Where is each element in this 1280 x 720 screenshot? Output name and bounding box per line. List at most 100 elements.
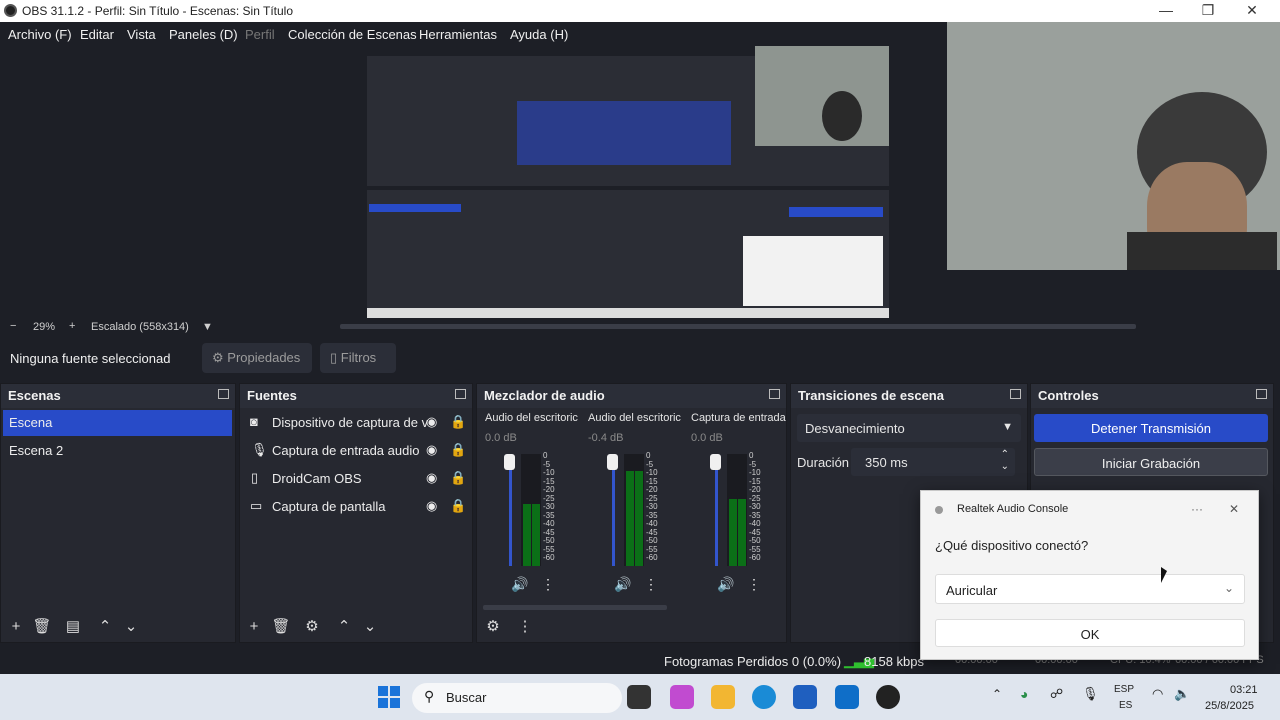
microphone-icon: 🎙 xyxy=(251,442,268,457)
file-explorer-icon[interactable] xyxy=(711,685,735,709)
network-icon[interactable]: ☍ xyxy=(1050,686,1063,702)
lock-icon[interactable]: 🔒 xyxy=(450,442,466,458)
menu-perfil[interactable]: Perfil xyxy=(245,27,275,42)
menu-archivo[interactable]: Archivo (F) xyxy=(8,27,72,42)
obs-logo-icon xyxy=(4,4,17,17)
taskbar: ⚲ Buscar ⌃ ◕ ☍ 🎙 ESP ES ◠ 🔈 03:21 25/8/2… xyxy=(0,674,1280,720)
filter-icon[interactable]: ▤ xyxy=(63,618,83,636)
move-down-icon[interactable]: ⌄ xyxy=(360,618,380,636)
minimize-button[interactable]: — xyxy=(1144,1,1188,21)
more-icon[interactable]: ··· xyxy=(1191,502,1203,516)
menu-herramientas[interactable]: Herramientas xyxy=(419,27,497,42)
stepper-down-icon[interactable]: ⌄ xyxy=(1001,461,1009,472)
trash-icon[interactable]: 🗑 xyxy=(271,618,291,636)
more-options-icon[interactable]: ⋮ xyxy=(515,618,535,636)
outlook-icon[interactable] xyxy=(835,685,859,709)
zoom-out-button[interactable]: − xyxy=(10,320,16,332)
search-box[interactable]: ⚲ Buscar xyxy=(412,683,622,713)
scale-dropdown-icon[interactable]: ▼ xyxy=(202,321,213,333)
filters-button[interactable]: ▯ Filtros xyxy=(320,343,396,373)
properties-label: Propiedades xyxy=(227,350,301,365)
mixer-title: Mezclador de audio xyxy=(477,384,786,408)
mixer-scrollbar[interactable] xyxy=(483,605,667,610)
speaker-icon[interactable]: 🔊 xyxy=(511,576,528,593)
undock-icon[interactable] xyxy=(218,389,229,399)
camera-icon: ◙ xyxy=(250,414,258,429)
menu-vista[interactable]: Vista xyxy=(127,27,156,42)
copilot-icon[interactable] xyxy=(670,685,694,709)
source-item[interactable]: ▭ Captura de pantalla ◉ 🔒 xyxy=(242,494,472,520)
transition-select[interactable]: Desvanecimiento ▼ xyxy=(797,414,1021,442)
source-item[interactable]: ▯ DroidCam OBS ◉ 🔒 xyxy=(242,466,472,492)
properties-button[interactable]: ⚙ Propiedades xyxy=(202,343,312,373)
undock-icon[interactable] xyxy=(455,389,466,399)
source-item[interactable]: 🎙 Captura de entrada audio ◉ 🔒 xyxy=(242,438,472,464)
move-up-icon[interactable]: ⌃ xyxy=(334,618,354,636)
start-icon[interactable] xyxy=(378,686,400,708)
add-icon[interactable]: + xyxy=(244,618,264,636)
window-title: OBS 31.1.2 - Perfil: Sin Título - Escena… xyxy=(22,4,294,18)
lock-icon[interactable]: 🔒 xyxy=(450,498,466,514)
maximize-button[interactable]: ❐ xyxy=(1186,1,1230,21)
menu-ayuda[interactable]: Ayuda (H) xyxy=(510,27,568,42)
eye-icon[interactable]: ◉ xyxy=(426,414,437,430)
device-value: Auricular xyxy=(946,583,998,598)
obs-taskbar-icon[interactable] xyxy=(876,685,900,709)
duration-field[interactable]: 350 ms ⌃ ⌄ xyxy=(851,448,1015,476)
volume-icon[interactable]: 🔈 xyxy=(1174,686,1190,702)
store-icon[interactable] xyxy=(793,685,817,709)
microphone-icon[interactable]: 🎙 xyxy=(1082,686,1099,702)
source-item[interactable]: ◙ Dispositivo de captura de v ◉ 🔒 xyxy=(242,410,472,436)
speaker-icon[interactable]: 🔊 xyxy=(717,576,734,593)
close-icon[interactable]: ✕ xyxy=(1229,502,1239,516)
zoom-in-button[interactable]: + xyxy=(69,320,75,332)
stepper-up-icon[interactable]: ⌃ xyxy=(1001,449,1009,460)
close-button[interactable]: ✕ xyxy=(1230,1,1274,21)
eye-icon[interactable]: ◉ xyxy=(426,498,437,514)
clock-time[interactable]: 03:21 xyxy=(1230,684,1258,696)
volume-slider[interactable] xyxy=(607,454,618,470)
security-icon[interactable]: ◕ xyxy=(1020,686,1028,702)
undock-icon[interactable] xyxy=(1256,389,1267,399)
mixer-settings-icon[interactable]: ⚙ xyxy=(483,618,503,636)
volume-slider[interactable] xyxy=(710,454,721,470)
lock-icon[interactable]: 🔒 xyxy=(450,470,466,486)
edge-icon[interactable] xyxy=(752,685,776,709)
add-icon[interactable]: + xyxy=(6,618,26,636)
menu-paneles[interactable]: Paneles (D) xyxy=(169,27,238,42)
language-secondary[interactable]: ES xyxy=(1119,700,1132,711)
tray-chevron-icon[interactable]: ⌃ xyxy=(992,687,1002,701)
source-label: Captura de pantalla xyxy=(272,499,386,514)
gear-icon[interactable]: ⚙ xyxy=(302,618,322,636)
preview-scrollbar[interactable] xyxy=(340,324,1136,329)
source-toolbar: Ninguna fuente seleccionad xyxy=(0,340,1280,378)
scene-item[interactable]: Escena xyxy=(3,410,232,436)
eye-icon[interactable]: ◉ xyxy=(426,470,437,486)
volume-track[interactable] xyxy=(612,454,615,566)
speaker-icon[interactable]: 🔊 xyxy=(614,576,631,593)
menu-coleccion-escenas[interactable]: Colección de Escenas xyxy=(288,27,417,42)
channel-menu-icon[interactable]: ⋮ xyxy=(644,576,658,593)
menu-editar[interactable]: Editar xyxy=(80,27,114,42)
volume-track[interactable] xyxy=(715,454,718,566)
ok-button[interactable]: OK xyxy=(935,619,1245,647)
trash-icon[interactable]: 🗑 xyxy=(32,618,52,636)
start-recording-button[interactable]: Iniciar Grabación xyxy=(1034,448,1268,476)
undock-icon[interactable] xyxy=(769,389,780,399)
wifi-icon[interactable]: ◠ xyxy=(1152,686,1163,702)
volume-track[interactable] xyxy=(509,454,512,566)
device-select[interactable]: Auricular ⌄ xyxy=(935,574,1245,604)
move-down-icon[interactable]: ⌄ xyxy=(121,618,141,636)
undock-icon[interactable] xyxy=(1010,389,1021,399)
volume-slider[interactable] xyxy=(504,454,515,470)
channel-menu-icon[interactable]: ⋮ xyxy=(541,576,555,593)
scene-item[interactable]: Escena 2 xyxy=(3,438,232,464)
language-primary[interactable]: ESP xyxy=(1114,684,1134,695)
move-up-icon[interactable]: ⌃ xyxy=(95,618,115,636)
task-view-icon[interactable] xyxy=(627,685,651,709)
clock-date[interactable]: 25/8/2025 xyxy=(1205,700,1254,712)
stop-stream-button[interactable]: Detener Transmisión xyxy=(1034,414,1268,442)
eye-icon[interactable]: ◉ xyxy=(426,442,437,458)
lock-icon[interactable]: 🔒 xyxy=(450,414,466,430)
channel-menu-icon[interactable]: ⋮ xyxy=(747,576,761,593)
